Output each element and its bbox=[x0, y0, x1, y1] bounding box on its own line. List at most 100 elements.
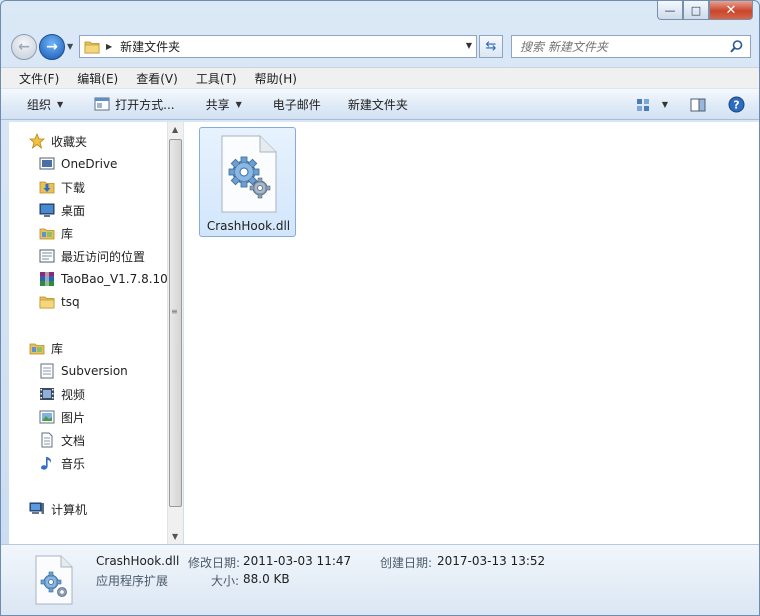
onedrive-icon bbox=[39, 157, 55, 170]
library-icon bbox=[29, 343, 45, 355]
sidebar-favorites[interactable]: 收藏夹 bbox=[29, 131, 87, 151]
star-icon bbox=[29, 133, 45, 149]
dll-gear-icon bbox=[35, 555, 73, 605]
minimize-button[interactable]: — bbox=[657, 1, 683, 20]
preview-pane-icon bbox=[690, 98, 706, 111]
sidebar-item-downloads[interactable]: 下载 bbox=[39, 177, 85, 197]
menu-bar: 文件(F) 编辑(E) 查看(V) 工具(T) 帮助(H) bbox=[1, 67, 759, 88]
window-controls: — □ ✕ bbox=[657, 1, 753, 21]
search-box[interactable] bbox=[511, 35, 751, 58]
recent-pages-dropdown[interactable]: ▼ bbox=[67, 42, 73, 51]
forward-button[interactable]: → bbox=[39, 34, 65, 60]
scroll-up-icon[interactable]: ▲ bbox=[172, 125, 178, 134]
organize-button[interactable]: 组织 ▼ bbox=[1, 89, 76, 119]
scroll-down-icon[interactable]: ▼ bbox=[172, 532, 178, 541]
help-icon: ? bbox=[728, 96, 745, 113]
documents-icon bbox=[41, 432, 53, 448]
details-modified-value: 2011-03-03 11:47 bbox=[243, 554, 352, 568]
close-icon: ✕ bbox=[725, 2, 737, 18]
back-button[interactable]: ← bbox=[11, 34, 37, 60]
address-dropdown-icon[interactable]: ▼ bbox=[466, 41, 472, 50]
share-button[interactable]: 共享 ▼ bbox=[188, 89, 255, 119]
sidebar-libraries[interactable]: 库 bbox=[29, 338, 63, 358]
navigation-scrollbar[interactable]: ▲ ≡ ▼ bbox=[167, 122, 183, 544]
new-folder-label: 新建文件夹 bbox=[347, 97, 408, 112]
help-button[interactable]: ? bbox=[716, 89, 759, 120]
svg-text:?: ? bbox=[733, 99, 739, 112]
recent-places-icon bbox=[39, 249, 55, 263]
libraries-label: 库 bbox=[51, 341, 64, 356]
menu-tools[interactable]: 工具(T) bbox=[183, 70, 242, 87]
menu-view[interactable]: 查看(V) bbox=[123, 70, 183, 87]
minimize-icon: — bbox=[664, 3, 676, 17]
sidebar-item-label: OneDrive bbox=[61, 157, 118, 171]
sidebar-item-music[interactable]: 音乐 bbox=[39, 453, 85, 473]
details-size-value: 88.0 KB bbox=[243, 572, 290, 586]
sidebar-item-label: tsq bbox=[61, 295, 80, 309]
details-modified-label: 修改日期: bbox=[188, 556, 241, 570]
menu-file[interactable]: 文件(F) bbox=[1, 70, 64, 87]
maximize-icon: □ bbox=[690, 3, 702, 17]
refresh-button[interactable]: ⇆ bbox=[479, 35, 503, 58]
dll-gear-icon bbox=[221, 135, 277, 213]
sidebar-item-documents[interactable]: 文档 bbox=[39, 430, 85, 450]
view-options-chevron-icon[interactable]: ▼ bbox=[662, 100, 668, 109]
menu-edit[interactable]: 编辑(E) bbox=[64, 70, 123, 87]
change-view-button[interactable]: ▼ bbox=[632, 89, 672, 120]
search-icon[interactable] bbox=[729, 39, 744, 54]
back-arrow-icon: ← bbox=[18, 39, 30, 55]
archive-icon bbox=[40, 272, 54, 286]
forward-arrow-icon: → bbox=[46, 39, 58, 55]
sidebar-item-label: 库 bbox=[61, 226, 74, 241]
computer-label: 计算机 bbox=[51, 502, 88, 517]
close-button[interactable]: ✕ bbox=[709, 1, 753, 20]
favorites-label: 收藏夹 bbox=[51, 134, 88, 149]
sidebar-item-label: 图片 bbox=[61, 410, 86, 425]
sidebar-item-subversion[interactable]: Subversion bbox=[39, 361, 128, 381]
file-name: CrashHook.dll bbox=[206, 219, 291, 233]
sidebar-item-onedrive[interactable]: OneDrive bbox=[39, 154, 117, 174]
address-bar[interactable]: ▶ 新建文件夹 ▼ bbox=[79, 35, 477, 58]
explorer-window: — □ ✕ ← → ▼ ▶ 新建文件夹 ▼ ⇆ 文件(F) 编辑(E) bbox=[0, 0, 760, 616]
open-with-icon bbox=[94, 97, 110, 111]
file-item[interactable]: CrashHook.dll bbox=[199, 127, 296, 237]
navigation-bar: ← → ▼ ▶ 新建文件夹 ▼ ⇆ bbox=[1, 31, 759, 63]
search-input[interactable] bbox=[520, 39, 730, 54]
library-icon bbox=[39, 228, 55, 240]
sidebar-item-label: 视频 bbox=[61, 387, 86, 402]
preview-pane-button[interactable] bbox=[672, 89, 716, 120]
sidebar-item-tsq[interactable]: tsq bbox=[39, 292, 80, 312]
sidebar-computer[interactable]: 计算机 bbox=[29, 499, 87, 519]
pictures-icon bbox=[39, 410, 55, 424]
scrollbar-thumb[interactable] bbox=[169, 139, 182, 507]
downloads-folder-icon bbox=[39, 181, 55, 194]
email-button[interactable]: 电子邮件 bbox=[255, 89, 334, 119]
sidebar-item-recent-places[interactable]: 最近访问的位置 bbox=[39, 246, 145, 266]
sidebar-item-library[interactable]: 库 bbox=[39, 223, 73, 243]
refresh-icon: ⇆ bbox=[485, 39, 497, 54]
maximize-button[interactable]: □ bbox=[683, 1, 709, 20]
view-grid-icon bbox=[636, 98, 649, 111]
music-icon bbox=[41, 457, 52, 470]
details-file-name: CrashHook.dll bbox=[96, 554, 180, 568]
email-label: 电子邮件 bbox=[272, 97, 321, 112]
organize-label: 组织 bbox=[27, 97, 52, 112]
sidebar-item-label: 最近访问的位置 bbox=[61, 249, 146, 264]
sidebar-item-pictures[interactable]: 图片 bbox=[39, 407, 85, 427]
folder-icon bbox=[39, 296, 55, 309]
breadcrumb-separator-icon[interactable]: ▶ bbox=[106, 42, 112, 51]
sidebar-item-desktop[interactable]: 桌面 bbox=[39, 200, 85, 220]
desktop-icon bbox=[39, 203, 55, 217]
sidebar-item-taobao[interactable]: TaoBao_V1.7.8.10_ bbox=[39, 269, 174, 289]
file-list-pane[interactable]: CrashHook.dll bbox=[184, 122, 759, 544]
sidebar-item-label: TaoBao_V1.7.8.10_ bbox=[61, 272, 174, 286]
open-with-button[interactable]: 打开方式... bbox=[76, 89, 187, 119]
sidebar-item-video[interactable]: 视频 bbox=[39, 384, 85, 404]
navigation-pane: 收藏夹 OneDrive 下载 桌面 库 最近访问的位置 TaoBao_V1.7… bbox=[9, 122, 174, 544]
chevron-down-icon: ▼ bbox=[57, 99, 64, 109]
breadcrumb-segment[interactable]: 新建文件夹 bbox=[120, 38, 180, 55]
details-created-label: 创建日期: bbox=[380, 556, 433, 570]
menu-help[interactable]: 帮助(H) bbox=[242, 70, 302, 87]
details-pane: CrashHook.dll 修改日期: 2011-03-03 11:47 创建日… bbox=[1, 544, 759, 615]
new-folder-button[interactable]: 新建文件夹 bbox=[334, 89, 421, 119]
